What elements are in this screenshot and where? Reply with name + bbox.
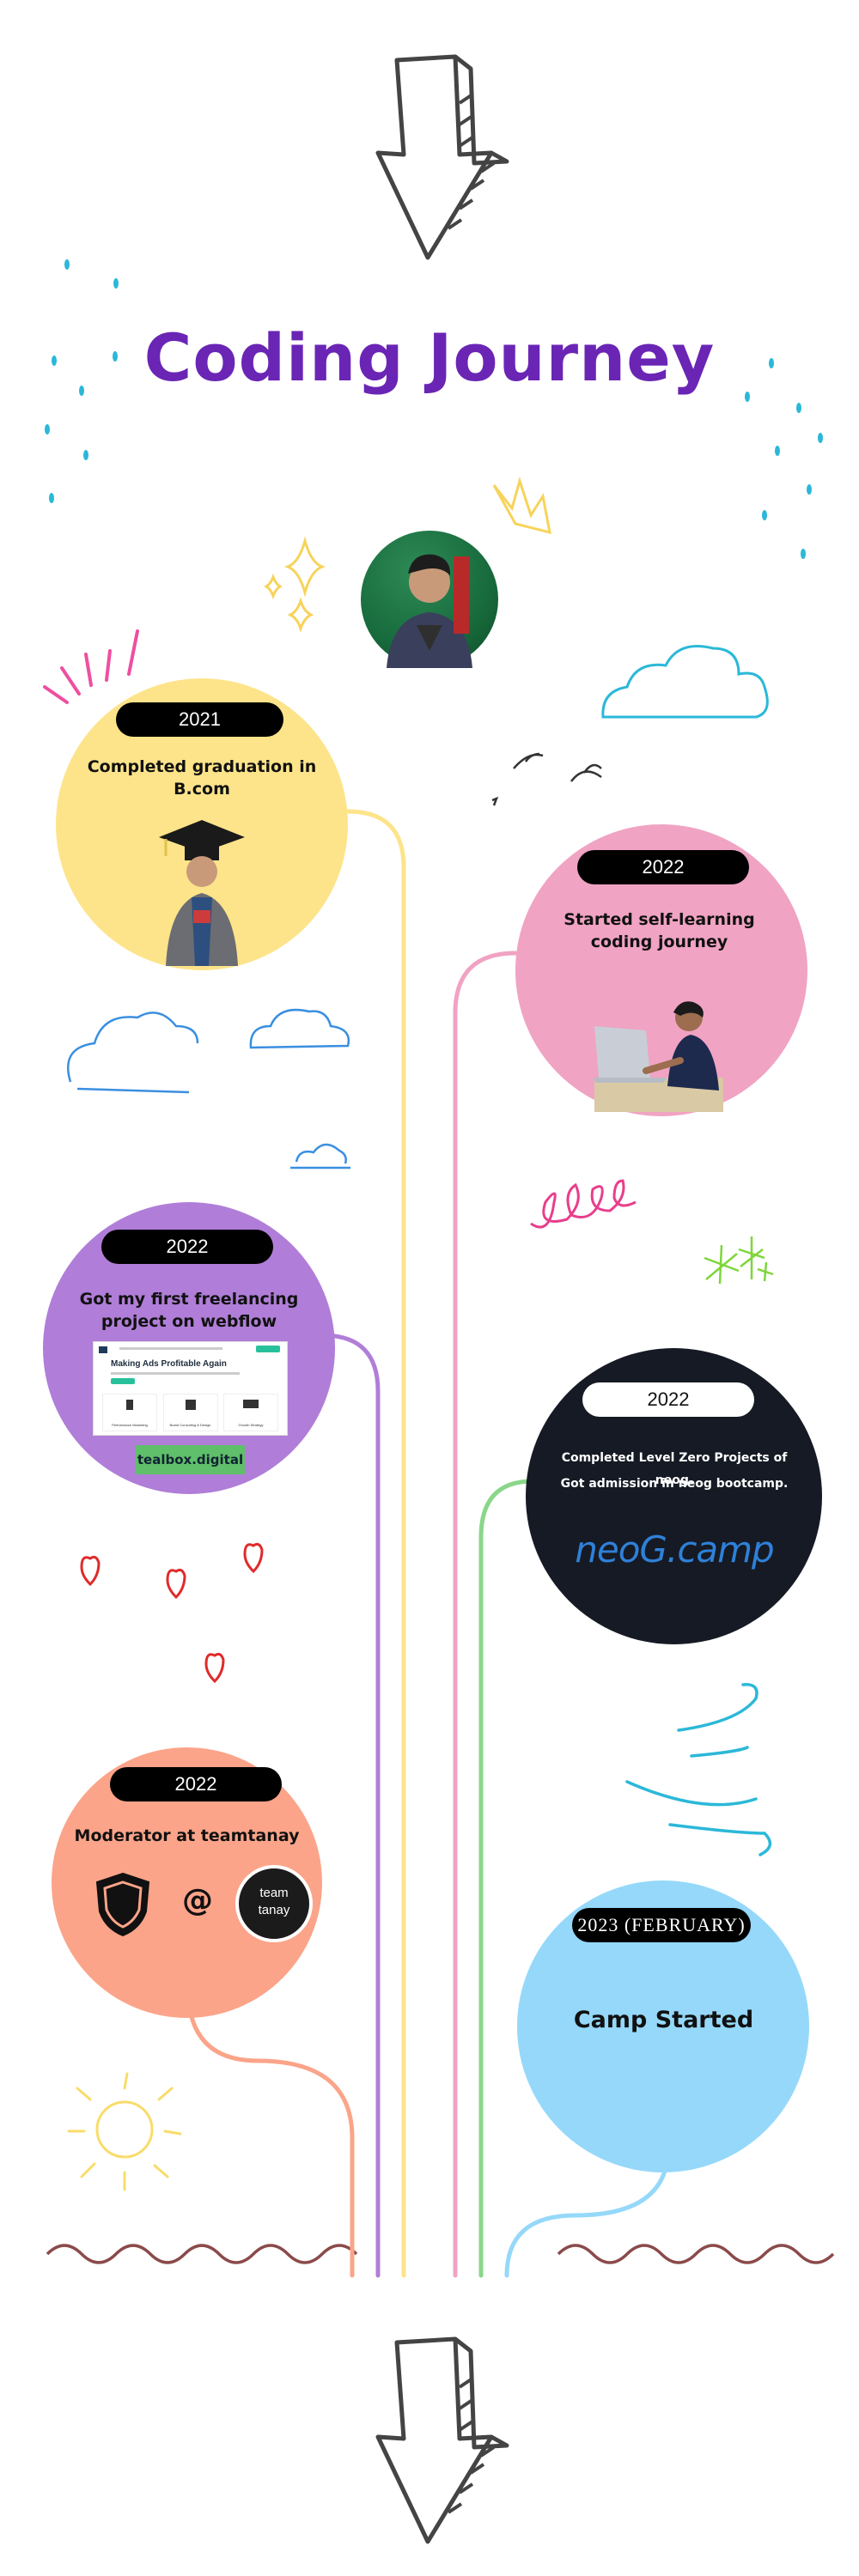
wave-doodle <box>46 2244 835 2264</box>
milestone-text: Got my first freelancing project on webf… <box>79 1290 299 1331</box>
year-badge: 2022 <box>110 1767 282 1801</box>
cloud-icon <box>66 1008 350 1170</box>
neogcamp-logo: neoG.camp <box>575 1528 774 1571</box>
crown-icon <box>492 476 551 535</box>
sparkle-icon <box>264 536 326 633</box>
page-title: Coding Journey <box>143 319 716 396</box>
burst-doodle <box>43 629 139 704</box>
preview-card: Growth Strategy <box>223 1394 278 1431</box>
heart-icon <box>80 1542 264 1684</box>
graduation-cap-icon <box>159 820 245 966</box>
preview-card: Brand Consulting & Design <box>162 1394 218 1431</box>
milestone-text: Moderator at teamtanay <box>74 1826 300 1845</box>
sparkle-icon <box>704 1236 774 1285</box>
sun-icon <box>67 2072 182 2191</box>
preview-heading: Making Ads Profitable Again <box>111 1359 227 1369</box>
tealbox-link[interactable]: tealbox.digital <box>136 1445 245 1474</box>
year-badge: 2021 <box>116 702 283 737</box>
badge-text: team <box>259 1886 289 1900</box>
wind-icon <box>625 1683 772 1856</box>
preview-card: Performance Marketing <box>102 1394 157 1431</box>
year-badge: 2023 (FEBRUARY) <box>572 1908 751 1942</box>
teamtanay-badge: team tanay <box>235 1865 313 1942</box>
cloud-icon <box>601 645 769 719</box>
shield-icon <box>95 1872 150 1937</box>
at-symbol: @ <box>182 1883 213 1918</box>
laptop-icon <box>593 1001 723 1112</box>
website-preview: Making Ads Profitable Again Performance … <box>93 1341 288 1436</box>
year-badge: 2022 <box>101 1230 273 1264</box>
avatar <box>361 531 498 668</box>
badge-text: tanay <box>258 1903 290 1917</box>
arrow-down-icon <box>375 2336 509 2544</box>
milestone-text: Started self-learning coding journey <box>564 910 755 951</box>
milestone-text: Camp Started <box>573 2007 754 2033</box>
bird-icon <box>491 752 602 806</box>
year-badge: 2022 <box>577 850 749 884</box>
milestone-text: Completed graduation in B.com <box>87 757 317 799</box>
year-badge: 2022 <box>582 1382 754 1417</box>
arrow-down-icon <box>375 54 509 260</box>
loop-doodle <box>530 1179 637 1229</box>
milestone-text: Got admission in neog bootcamp. <box>560 1477 789 1491</box>
